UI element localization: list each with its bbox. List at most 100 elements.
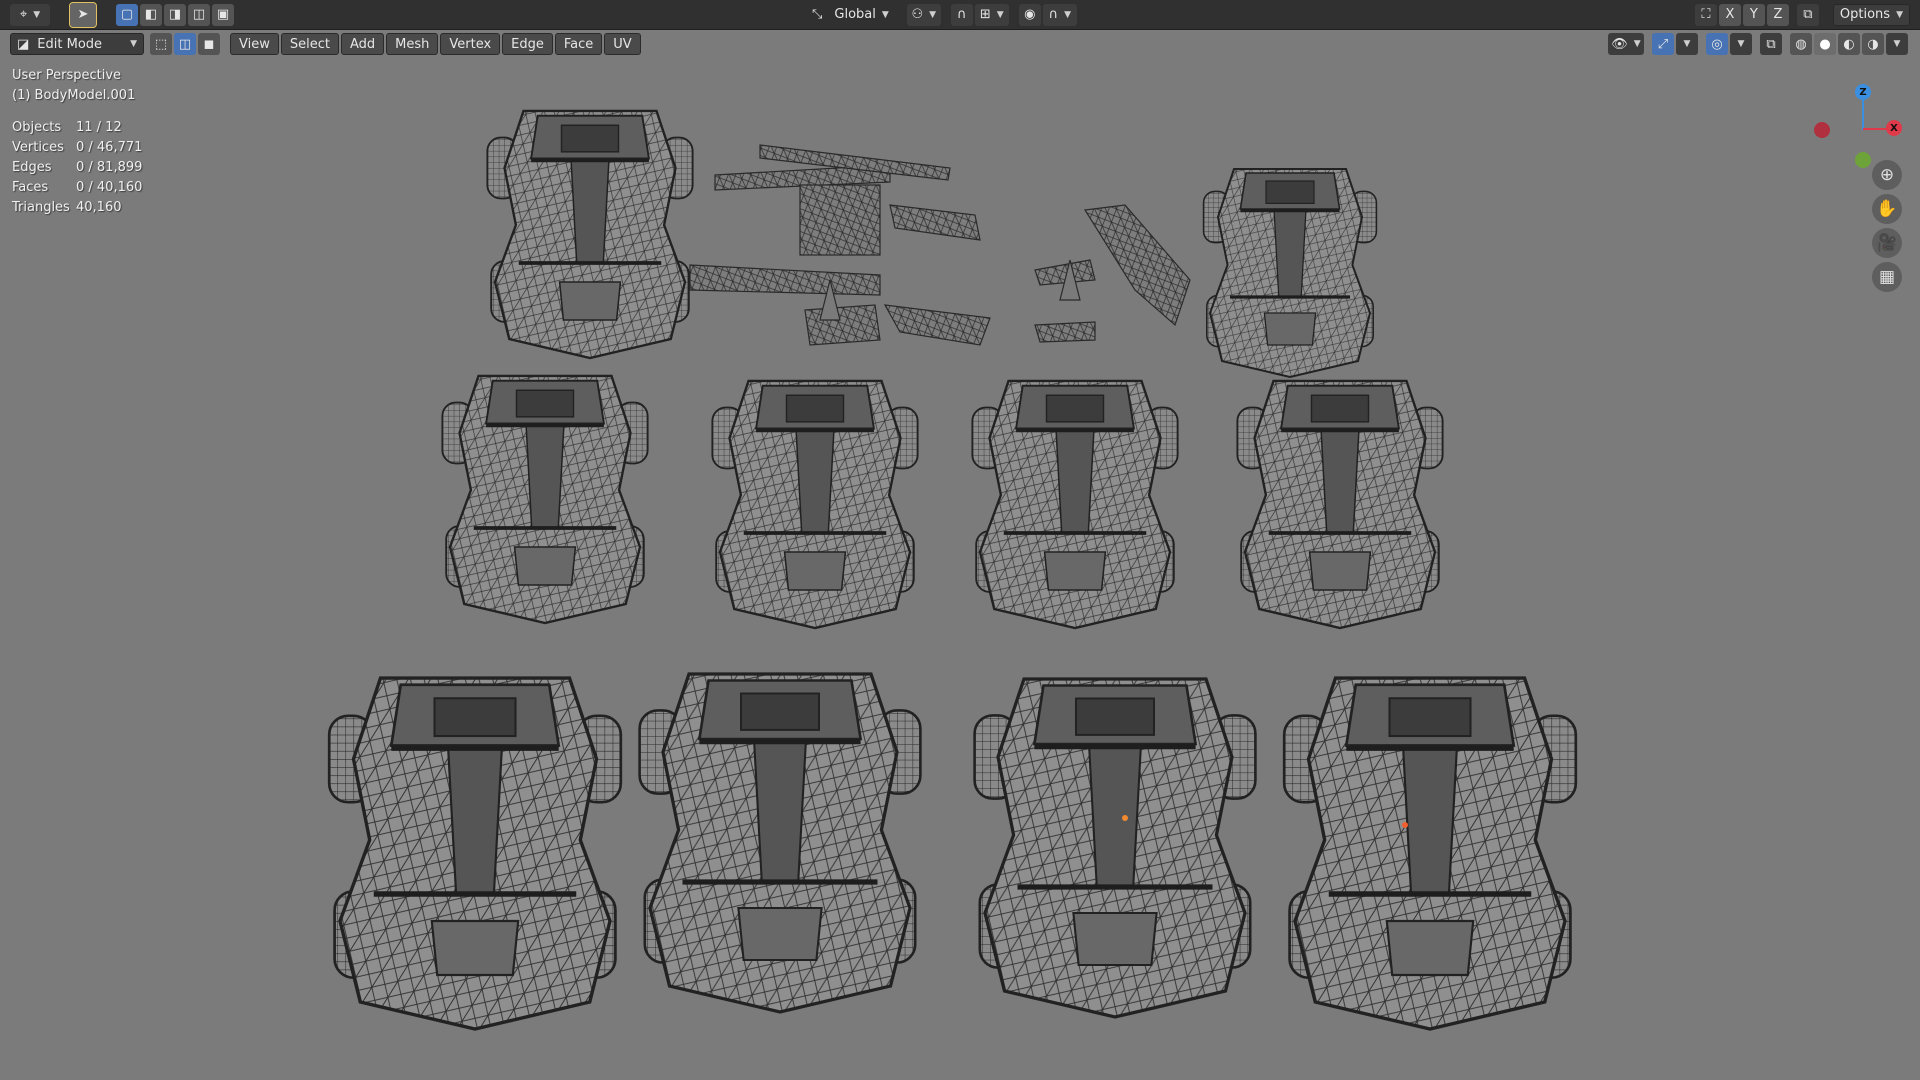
box-select-icon: ▢ [120, 7, 134, 22]
stat-row: Triangles 40,160 [12, 200, 122, 215]
gizmo-neg-x-axis[interactable] [1814, 122, 1830, 138]
perspective-label: User Perspective [12, 68, 122, 83]
mirror-options-button[interactable]: ⛶ [1694, 3, 1717, 26]
shading-wireframe-button[interactable]: ◍ [1790, 33, 1812, 55]
pivot-icon: ⚇ [911, 7, 924, 22]
menu-uv[interactable]: UV [604, 33, 641, 55]
options-dropdown[interactable]: Options ▼ [1832, 3, 1910, 26]
vertex-select-mode-button[interactable]: ⬚ [150, 33, 172, 55]
snap-toggle-button[interactable]: ∩ [950, 3, 973, 26]
car-model-row2-4 [1236, 379, 1444, 630]
cursor-arrow-icon: ➤ [77, 7, 89, 22]
viewport-header: ◪ Edit Mode ▼ ⬚ ◫ ◼ View Select Add Mesh… [0, 30, 1920, 58]
car-model-row1-right [1202, 167, 1378, 379]
camera-view-tool[interactable]: 🎥 [1872, 228, 1902, 258]
car-parts-group [689, 144, 1191, 346]
overlays-toggle-button[interactable]: ◎ [1706, 33, 1728, 55]
xray-toggle-button[interactable]: ⧉ [1760, 33, 1782, 55]
gizmo-icon: ⤢ [1657, 36, 1669, 52]
snap-target-button[interactable]: ⊞ ▼ [974, 3, 1009, 26]
zoom-tool[interactable]: ⊕ [1872, 160, 1902, 190]
xray-icon: ⧉ [1766, 36, 1776, 52]
z-axis-line [1862, 100, 1864, 130]
car-model-row2-1 [441, 374, 649, 625]
menu-view[interactable]: View [230, 33, 279, 55]
face-select-icon: ◼ [203, 36, 215, 52]
falloff-curve-icon: ∩ [1048, 7, 1059, 22]
transform-orientation-dropdown[interactable]: Global ▼ [828, 4, 894, 26]
gizmo-z-axis[interactable]: Z [1855, 84, 1871, 100]
select-mode-subtract-button[interactable]: ◨ [164, 3, 186, 26]
stat-row: Edges 0 / 81,899 [12, 160, 143, 175]
car-model-row2-3 [971, 379, 1179, 630]
pivot-point-button[interactable]: ⚇ ▼ [906, 3, 941, 26]
editor-type-button[interactable]: ⌖ ▼ [10, 3, 50, 26]
antenna-part [1034, 321, 1096, 343]
car-model-row3-2 [638, 672, 922, 1014]
mirror-y-toggle[interactable]: Y [1742, 3, 1765, 26]
edge-select-mode-button[interactable]: ◫ [174, 33, 196, 55]
box-intersect-icon: ▣ [216, 7, 230, 22]
proportional-edit-button[interactable]: ◉ [1018, 3, 1041, 26]
box-invert-icon: ◫ [192, 7, 206, 22]
select-mode-intersect-button[interactable]: ▣ [212, 3, 234, 26]
select-tool-button[interactable]: ➤ [69, 1, 97, 28]
car-model-row2-2 [711, 379, 919, 630]
select-mode-invert-button[interactable]: ◫ [188, 3, 210, 26]
menu-select[interactable]: Select [280, 33, 339, 55]
solid-sphere-icon: ● [1819, 36, 1831, 52]
magnet-icon: ∩ [957, 7, 967, 22]
menu-edge[interactable]: Edge [502, 33, 553, 55]
select-mode-extend-button[interactable]: ◧ [140, 3, 162, 26]
3d-viewport[interactable] [0, 58, 1920, 1080]
chevron-down-icon: ▼ [1633, 39, 1641, 49]
box-extend-icon: ◧ [144, 7, 158, 22]
transform-orientation-icon: ⤡ [812, 7, 823, 22]
proportional-falloff-button[interactable]: ∩ ▼ [1042, 3, 1077, 26]
overlays-options-button[interactable]: ▼ [1730, 33, 1752, 55]
body-chunk-part [799, 184, 881, 256]
vertex-select-icon: ⬚ [154, 36, 168, 52]
gizmo-options-button[interactable]: ▼ [1676, 33, 1698, 55]
spoiler-part [883, 304, 991, 346]
shading-material-button[interactable]: ◐ [1838, 33, 1860, 55]
overlay-circles-icon: ◎ [1711, 36, 1723, 52]
car-model-row1-left [486, 109, 694, 360]
mode-dropdown[interactable]: ◪ Edit Mode ▼ [10, 33, 144, 55]
pan-tool[interactable]: ✋ [1872, 194, 1902, 224]
spoiler-part [889, 204, 981, 241]
shading-solid-button[interactable]: ● [1814, 33, 1836, 55]
gizmo-toggle-button[interactable]: ⤢ [1652, 33, 1674, 55]
material-sphere-icon: ◐ [1843, 36, 1855, 52]
car-model-row3-4 [1282, 676, 1578, 1031]
menu-add[interactable]: Add [340, 33, 385, 55]
chevron-down-icon: ▼ [1737, 39, 1745, 49]
navigation-gizmo[interactable]: Z X [1810, 78, 1910, 168]
menu-vertex[interactable]: Vertex [440, 33, 501, 55]
auto-merge-button[interactable]: ⧉ [1796, 3, 1819, 26]
visibility-button[interactable]: 👁 ▼ [1608, 33, 1644, 55]
menu-mesh[interactable]: Mesh [386, 33, 439, 55]
stat-row: Objects 11 / 12 [12, 120, 122, 135]
menu-face[interactable]: Face [554, 33, 603, 55]
selected-vertex [1402, 822, 1408, 828]
box-subtract-icon: ◨ [168, 7, 182, 22]
chevron-down-icon: ▼ [1683, 39, 1691, 49]
scene-statistics: Objects 11 / 12 Vertices 0 / 46,771 Edges 0… [12, 118, 142, 218]
eye-icon: 👁 [1611, 36, 1628, 52]
car-models-group [327, 109, 1578, 1031]
wireframe-sphere-icon: ◍ [1795, 36, 1807, 52]
proportional-dot-icon: ◉ [1024, 7, 1036, 22]
select-mode-new-button[interactable]: ▢ [116, 3, 138, 26]
ortho-toggle-tool[interactable]: ▦ [1872, 262, 1902, 292]
gizmo-y-axis[interactable] [1855, 152, 1871, 168]
editor-type-icon: ⌖ [19, 7, 28, 22]
shading-rendered-button[interactable]: ◑ [1862, 33, 1884, 55]
mirror-z-toggle[interactable]: Z [1766, 3, 1789, 26]
edit-mode-icon: ◪ [17, 36, 30, 52]
gizmo-x-axis[interactable]: X [1886, 120, 1902, 136]
mirror-x-toggle[interactable]: X [1718, 3, 1741, 26]
face-select-mode-button[interactable]: ◼ [198, 33, 220, 55]
shading-options-button[interactable]: ▼ [1886, 33, 1908, 55]
chevron-down-icon: ▼ [1064, 9, 1072, 20]
